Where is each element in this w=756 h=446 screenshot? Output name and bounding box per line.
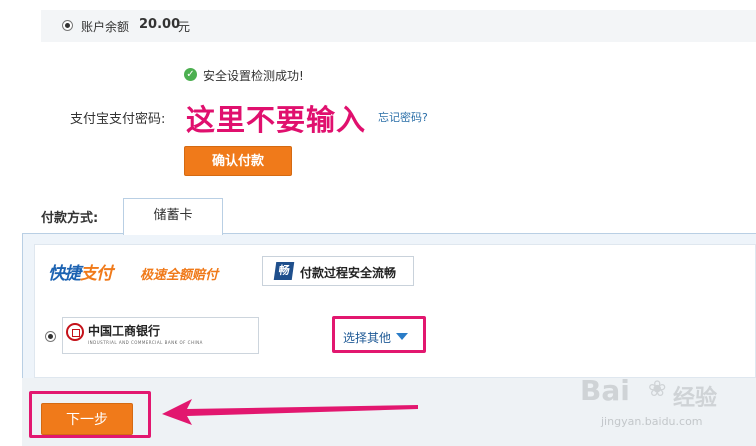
smooth-icon: 畅	[273, 262, 295, 280]
check-icon: ✓	[184, 68, 197, 81]
balance-row: 账户余额 20.00 元	[41, 10, 756, 42]
security-check-message: 安全设置检测成功!	[203, 69, 304, 83]
express-pay-logo-part1: 快捷	[48, 264, 81, 284]
dropdown-arrow-icon[interactable]	[396, 333, 408, 340]
express-pay-logo-part2: 支付	[80, 264, 113, 284]
forgot-password-link[interactable]: 忘记密码?	[378, 109, 428, 125]
watermark-paw-icon: ❀	[648, 377, 667, 402]
password-annotation: 这里不要输入	[186, 103, 367, 137]
express-pay-slogan: 极速全额赔付	[140, 268, 219, 283]
watermark-url: jingyan.baidu.com	[601, 415, 703, 428]
bank-name: 中国工商银行	[88, 324, 161, 338]
password-label: 支付宝支付密码:	[70, 112, 166, 127]
balance-label: 账户余额	[81, 20, 130, 34]
watermark-brand: Bai	[580, 374, 630, 407]
annotation-arrow-icon	[162, 399, 418, 425]
express-pay-logo: 快捷支付	[48, 259, 113, 284]
balance-amount: 20.00	[139, 17, 181, 32]
next-step-button[interactable]: 下一步	[41, 403, 133, 435]
balance-unit: 元	[178, 20, 191, 34]
payment-method-label: 付款方式:	[41, 211, 99, 226]
icbc-logo-icon	[66, 323, 84, 341]
confirm-payment-button[interactable]: 确认付款	[184, 146, 292, 176]
balance-radio[interactable]	[62, 20, 73, 31]
watermark-brand-cn: 经验	[673, 386, 718, 411]
safe-payment-text: 付款过程安全流畅	[300, 266, 397, 280]
choose-other-bank-link[interactable]: 选择其他	[343, 329, 391, 346]
bank-radio[interactable]	[45, 331, 56, 342]
tab-debit-card[interactable]: 储蓄卡	[123, 198, 223, 235]
bank-name-english: INDUSTRIAL AND COMMERCIAL BANK OF CHINA	[88, 340, 203, 345]
